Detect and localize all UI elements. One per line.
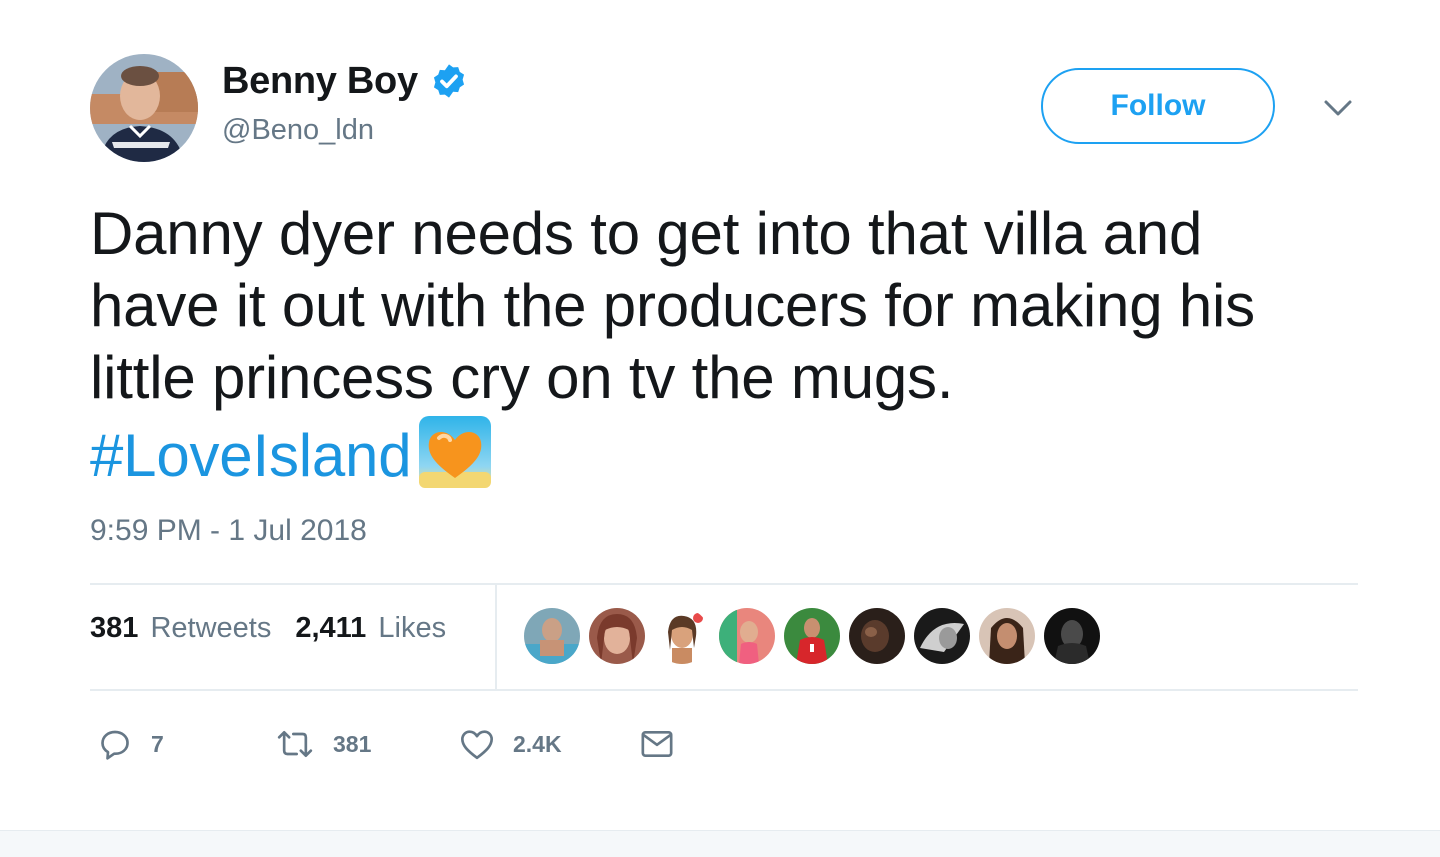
divider <box>90 583 1358 585</box>
liker-avatars <box>524 608 1109 664</box>
author-handle[interactable]: @Beno_ldn <box>222 114 468 147</box>
page-footer-band <box>0 830 1440 857</box>
author-info: Benny Boy @Beno_ldn <box>222 58 468 147</box>
liker-avatar[interactable] <box>784 608 840 664</box>
verified-badge-icon <box>430 62 468 100</box>
direct-message-button[interactable] <box>637 722 677 766</box>
retweets-stat-label: Retweets <box>150 612 272 644</box>
likes-stat[interactable]: 2,411 Likes <box>295 612 446 645</box>
tweet-text-line: Danny dyer needs to get into that villa … <box>90 200 1203 267</box>
liker-avatar[interactable] <box>719 608 775 664</box>
likes-stat-count: 2,411 <box>295 612 367 644</box>
tweet-stats: 381 Retweets 2,411 Likes <box>90 612 470 645</box>
reply-button[interactable]: 7 <box>95 722 164 766</box>
liker-avatar[interactable] <box>524 608 580 664</box>
liker-avatar[interactable] <box>654 608 710 664</box>
reply-icon <box>101 730 129 760</box>
tweet-text: Danny dyer needs to get into that villa … <box>90 198 1370 492</box>
retweet-count: 381 <box>333 730 372 757</box>
tweet-text-line: have it out with the producers for makin… <box>90 272 1255 339</box>
liker-avatar[interactable] <box>589 608 645 664</box>
author-avatar[interactable] <box>90 54 198 162</box>
likes-stat-label: Likes <box>378 612 447 644</box>
like-button[interactable]: 2.4K <box>457 722 562 766</box>
liker-avatar[interactable] <box>1044 608 1100 664</box>
reply-count: 7 <box>151 730 164 757</box>
retweets-stat-count: 381 <box>90 612 139 644</box>
tweet-card: Benny Boy @Beno_ldn Follow Danny dyer ne… <box>0 0 1440 857</box>
divider <box>90 689 1358 691</box>
retweets-stat[interactable]: 381 Retweets <box>90 612 271 645</box>
hashtag-line: #LoveIsland <box>90 414 1370 492</box>
stats-separator <box>495 584 497 690</box>
orange-heart-island-icon[interactable] <box>417 414 493 490</box>
like-count: 2.4K <box>513 730 562 757</box>
hashtag-link[interactable]: #LoveIsland <box>90 422 412 489</box>
liker-avatar[interactable] <box>914 608 970 664</box>
retweet-icon <box>277 731 313 757</box>
tweet-text-line: little princess cry on tv the mugs. <box>90 344 954 411</box>
tweet-timestamp[interactable]: 9:59 PM - 1 Jul 2018 <box>90 514 367 548</box>
chevron-down-icon[interactable] <box>1320 90 1356 126</box>
heart-icon <box>461 730 493 760</box>
envelope-icon <box>641 731 673 757</box>
follow-button[interactable]: Follow <box>1041 68 1275 144</box>
retweet-button[interactable]: 381 <box>273 722 371 766</box>
liker-avatar[interactable] <box>849 608 905 664</box>
liker-avatar[interactable] <box>979 608 1035 664</box>
author-display-name[interactable]: Benny Boy <box>222 60 418 103</box>
